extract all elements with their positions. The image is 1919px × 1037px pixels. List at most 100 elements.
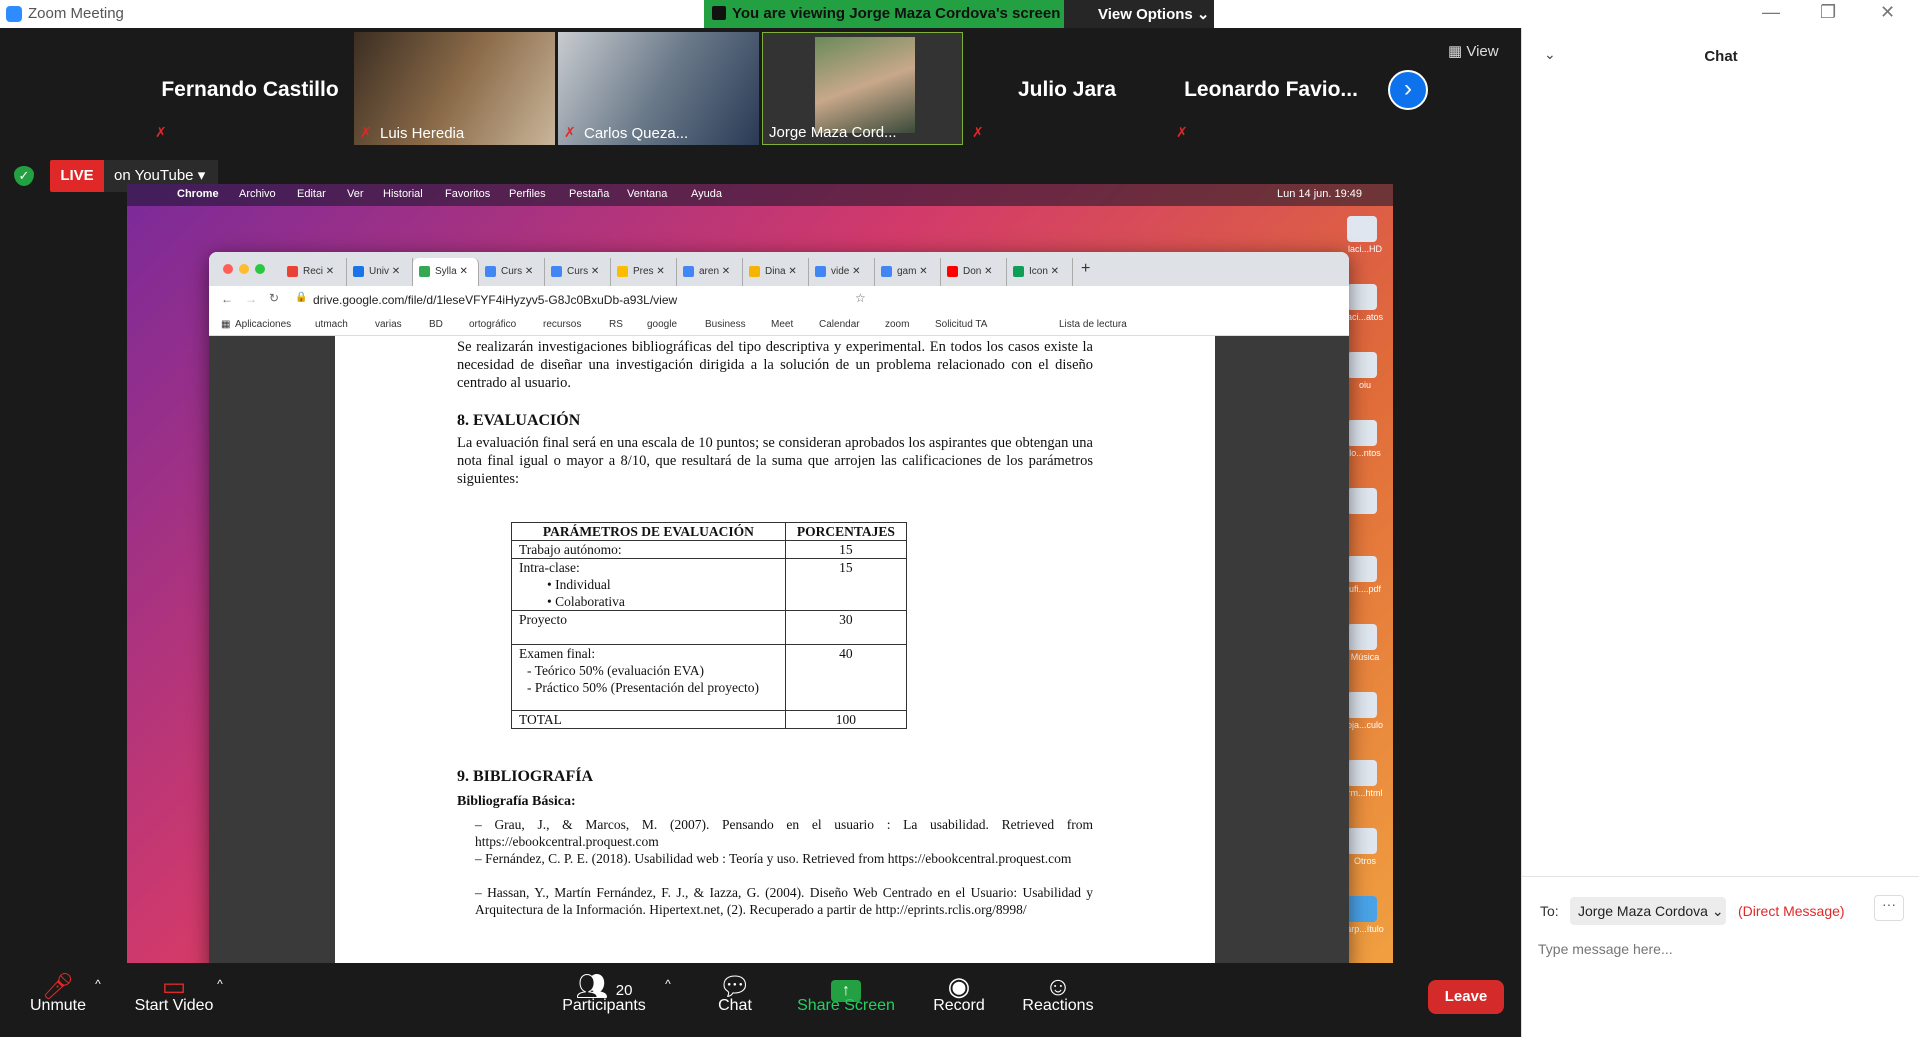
- share-screen-button[interactable]: ↑ Share Screen: [796, 963, 896, 1037]
- start-video-label: Start Video: [134, 997, 214, 1014]
- doc-paragraph: Se realizarán investigaciones bibliográf…: [457, 339, 1093, 391]
- meeting-toolbar: 🎤︎ Unmute ^ ▭ Start Video ^ 👥︎ 20 Participa…: [0, 963, 1521, 1037]
- bib-text: Fernández, C. P. E. (2018). Usabilidad w…: [485, 851, 1072, 866]
- bookmark-star-icon[interactable]: ☆: [855, 291, 866, 305]
- bookmark[interactable]: Solicitud TA: [935, 319, 987, 330]
- url-field[interactable]: drive.google.com/file/d/1leseVFYF4iHyzyv…: [313, 293, 677, 307]
- participants-button[interactable]: 👥︎ 20 Participants: [556, 963, 652, 1037]
- recipient-name: Jorge Maza Cordova: [1578, 903, 1708, 919]
- video-options-caret[interactable]: ^: [210, 963, 230, 1037]
- table-cell: Intra-clase: • Individual • Colaborativa: [511, 558, 786, 611]
- mac-menu-item[interactable]: Pestaña: [569, 188, 609, 200]
- zoom-logo-icon: [6, 6, 22, 22]
- chrome-window: Reci ✕ Univ ✕ Sylla ✕ Curs ✕ Curs ✕ Pres…: [209, 252, 1349, 964]
- reactions-icon: ☺: [1044, 971, 1072, 1001]
- mac-menu-item[interactable]: Perfiles: [509, 188, 546, 200]
- record-button[interactable]: ◉ Record: [924, 963, 994, 1037]
- audio-options-caret[interactable]: ^: [88, 963, 108, 1037]
- zoom-window-icon[interactable]: [255, 264, 265, 274]
- chat-message-input[interactable]: [1538, 935, 1898, 963]
- bookmark[interactable]: BD: [429, 319, 443, 330]
- file-icon[interactable]: [1347, 352, 1377, 378]
- bookmark[interactable]: Meet: [771, 319, 793, 330]
- reactions-label: Reactions: [1022, 997, 1094, 1014]
- file-icon[interactable]: [1347, 420, 1377, 446]
- file-icon[interactable]: [1347, 692, 1377, 718]
- new-tab-icon[interactable]: +: [1081, 260, 1090, 278]
- mac-menu-item[interactable]: Chrome: [177, 188, 219, 200]
- browser-tab[interactable]: Univ ✕: [347, 258, 413, 286]
- active-speaker-tile[interactable]: Jorge Maza Cord...: [762, 32, 963, 145]
- recipient-dropdown[interactable]: Jorge Maza Cordova ⌄: [1570, 897, 1726, 925]
- bookmark[interactable]: google: [647, 319, 677, 330]
- disk-icon[interactable]: [1347, 216, 1377, 242]
- browser-tab[interactable]: Curs ✕: [545, 258, 611, 286]
- bookmark[interactable]: utmach: [315, 319, 348, 330]
- participant-tile[interactable]: ✗ Luis Heredia: [354, 32, 555, 145]
- participant-tile[interactable]: ✗ Carlos Queza...: [558, 32, 759, 145]
- browser-tab[interactable]: Pres ✕: [611, 258, 677, 286]
- reading-list[interactable]: Lista de lectura: [1059, 319, 1127, 330]
- browser-tab[interactable]: Curs ✕: [479, 258, 545, 286]
- browser-tab[interactable]: aren ✕: [677, 258, 743, 286]
- disk-icon[interactable]: [1347, 828, 1377, 854]
- view-options-button[interactable]: View Options ⌄: [1064, 0, 1214, 28]
- browser-tab[interactable]: vide ✕: [809, 258, 875, 286]
- bookmark[interactable]: zoom: [885, 319, 909, 330]
- bookmark[interactable]: Calendar: [819, 319, 860, 330]
- participant-tile[interactable]: Julio Jara ✗: [966, 32, 1168, 145]
- bookmark[interactable]: RS: [609, 319, 623, 330]
- table-cell: 40: [784, 644, 908, 711]
- pdf-icon[interactable]: [1347, 556, 1377, 582]
- more-options-button[interactable]: ···: [1874, 895, 1904, 921]
- browser-tab[interactable]: Icon ✕: [1007, 258, 1073, 286]
- music-folder-icon[interactable]: [1347, 624, 1377, 650]
- bookmark[interactable]: Aplicaciones: [235, 319, 291, 330]
- mac-menu-item[interactable]: Editar: [297, 188, 326, 200]
- folder-icon[interactable]: [1347, 896, 1377, 922]
- participant-name: Leonardo Favio...: [1184, 78, 1358, 101]
- leave-button[interactable]: Leave: [1428, 980, 1504, 1014]
- bookmark[interactable]: Business: [705, 319, 746, 330]
- muted-mic-icon: ✗: [1176, 124, 1188, 140]
- mac-menu-item[interactable]: Ayuda: [691, 188, 722, 200]
- participants-caret[interactable]: ^: [658, 963, 678, 1037]
- close-window-icon[interactable]: [223, 264, 233, 274]
- bibliography-entry: – Grau, J., & Marcos, M. (2007). Pensand…: [475, 817, 1093, 849]
- view-button[interactable]: ▦ View: [1448, 42, 1499, 60]
- restore-button[interactable]: ❐: [1820, 2, 1836, 23]
- browser-tab[interactable]: gam ✕: [875, 258, 941, 286]
- tab-label: Pres: [633, 266, 654, 277]
- forward-icon[interactable]: →: [245, 292, 257, 306]
- reactions-button[interactable]: ☺ Reactions: [1016, 963, 1100, 1037]
- browser-tab-active[interactable]: Sylla ✕: [413, 258, 479, 286]
- close-button[interactable]: ✕: [1880, 2, 1895, 23]
- minimize-window-icon[interactable]: [239, 264, 249, 274]
- minimize-button[interactable]: —: [1762, 2, 1780, 23]
- apps-icon[interactable]: ▦: [221, 319, 230, 330]
- mac-menu-item[interactable]: Ventana: [627, 188, 667, 200]
- mac-menu-item[interactable]: Archivo: [239, 188, 276, 200]
- bookmark[interactable]: varias: [375, 319, 402, 330]
- mac-menu-item[interactable]: Historial: [383, 188, 423, 200]
- browser-tab[interactable]: Reci ✕: [281, 258, 347, 286]
- participant-tile[interactable]: Fernando Castillo ✗: [149, 32, 351, 145]
- browser-tab[interactable]: Dina ✕: [743, 258, 809, 286]
- chat-button[interactable]: 💬︎ Chat: [700, 963, 770, 1037]
- back-icon[interactable]: ←: [221, 292, 233, 306]
- mac-menu-item[interactable]: Ver: [347, 188, 364, 200]
- mac-menu-item[interactable]: Favoritos: [445, 188, 490, 200]
- disk-icon[interactable]: [1347, 284, 1377, 310]
- start-video-button[interactable]: ▭ Start Video: [126, 963, 222, 1037]
- participant-tile[interactable]: Leonardo Favio... ✗: [1170, 32, 1372, 145]
- livestream-platform: on YouTube: [114, 167, 194, 184]
- bookmark[interactable]: ortográfico: [469, 319, 516, 330]
- reload-icon[interactable]: ↻: [269, 291, 279, 305]
- gallery-next-button[interactable]: ›: [1388, 70, 1428, 110]
- unmute-button[interactable]: 🎤︎ Unmute: [18, 963, 98, 1037]
- bookmark[interactable]: recursos: [543, 319, 581, 330]
- html-file-icon[interactable]: [1347, 760, 1377, 786]
- file-icon[interactable]: [1347, 488, 1377, 514]
- browser-tab[interactable]: Don ✕: [941, 258, 1007, 286]
- live-badge[interactable]: LIVE: [50, 160, 104, 192]
